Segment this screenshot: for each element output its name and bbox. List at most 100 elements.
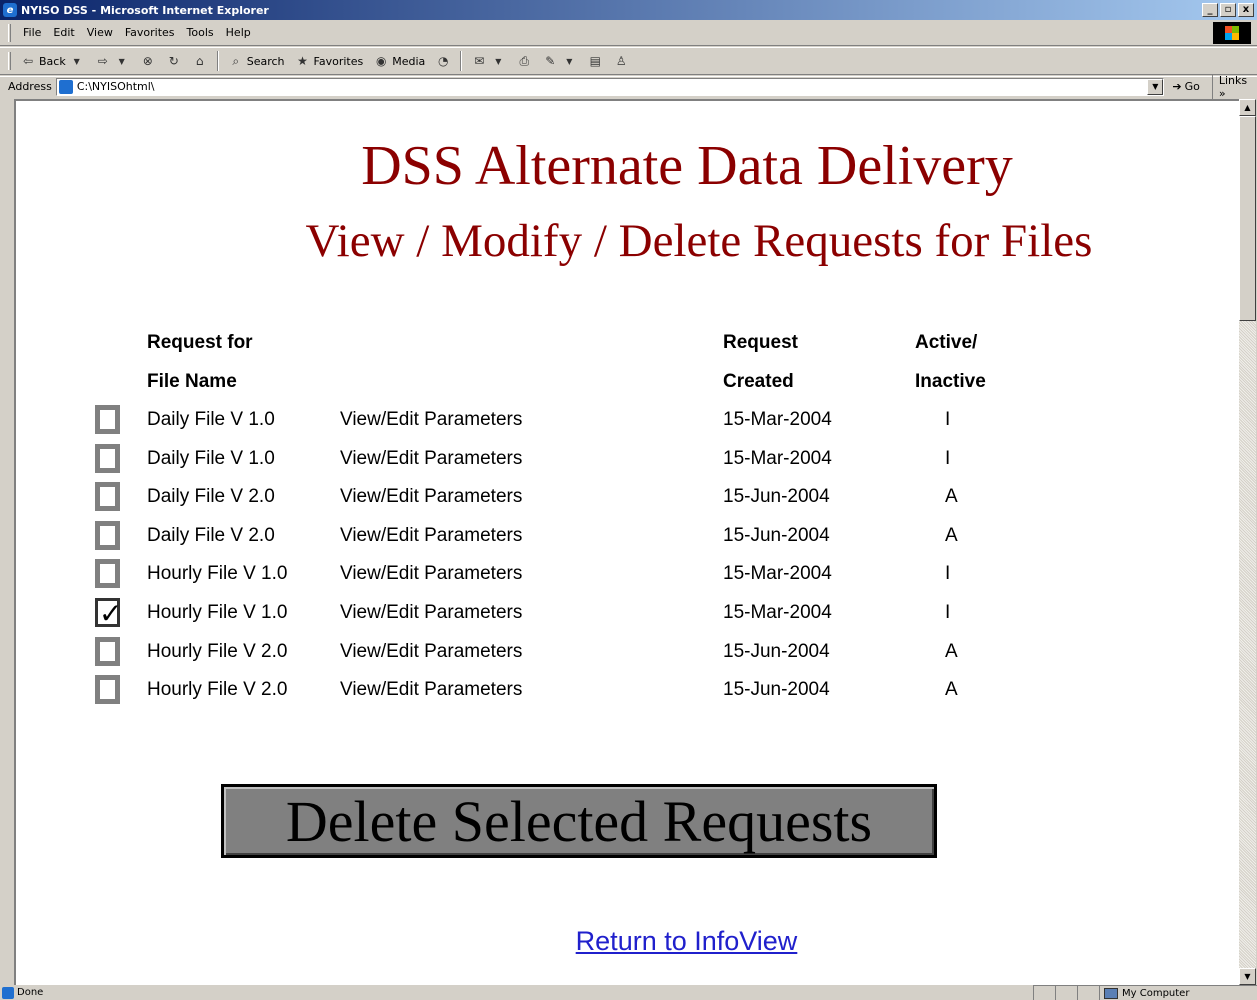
- vertical-scrollbar[interactable]: ▲ ▼: [1239, 99, 1256, 985]
- print-button[interactable]: ⎙: [511, 51, 537, 71]
- row-checkbox[interactable]: [95, 559, 120, 588]
- row-checkbox[interactable]: [95, 675, 120, 704]
- row-created-date: 15-Mar-2004: [723, 448, 832, 469]
- menu-view[interactable]: View: [81, 24, 119, 41]
- delete-selected-button[interactable]: Delete Selected Requests: [221, 784, 937, 858]
- row-view-edit-link[interactable]: View/Edit Parameters: [340, 641, 522, 663]
- row-created-date: 15-Mar-2004: [723, 602, 832, 623]
- favorites-button[interactable]: ★ Favorites: [290, 51, 369, 71]
- computer-icon: [1104, 987, 1118, 999]
- row-created-date: 15-Mar-2004: [723, 409, 832, 430]
- page-content: DSS Alternate Data Delivery View / Modif…: [14, 99, 1240, 985]
- address-label: Address: [8, 80, 52, 93]
- media-label: Media: [392, 54, 426, 68]
- messenger-icon: ♙: [615, 54, 627, 68]
- address-value: C:\NYISOhtml\: [76, 80, 155, 93]
- menu-grip: [8, 23, 11, 42]
- forward-button[interactable]: ⇨ ▼: [90, 51, 135, 71]
- header-active: Active/: [915, 332, 978, 353]
- scroll-thumb[interactable]: [1239, 116, 1256, 321]
- header-request-for: Request for: [147, 332, 253, 353]
- row-view-edit-link[interactable]: View/Edit Parameters: [340, 409, 522, 431]
- refresh-icon: ↻: [168, 54, 179, 68]
- row-checkbox[interactable]: [95, 521, 120, 550]
- header-inactive: Inactive: [915, 371, 986, 392]
- history-button[interactable]: ◔: [430, 51, 456, 71]
- menu-favorites[interactable]: Favorites: [119, 24, 181, 41]
- status-panes: My Computer: [1033, 985, 1257, 1000]
- menu-file[interactable]: File: [17, 24, 47, 41]
- row-file-name: Daily File V 1.0: [147, 409, 275, 430]
- messenger-button[interactable]: ♙: [608, 51, 634, 71]
- back-button[interactable]: ⇦ Back ▼: [15, 51, 90, 71]
- status-bar: Done My Computer: [0, 985, 1257, 1000]
- menu-tools[interactable]: Tools: [181, 24, 220, 41]
- row-view-edit-link[interactable]: View/Edit Parameters: [340, 602, 522, 624]
- refresh-button[interactable]: ↻: [161, 51, 187, 71]
- page-done-icon: [2, 986, 14, 999]
- row-file-name: Hourly File V 2.0: [147, 641, 288, 662]
- address-dropdown-icon[interactable]: ▼: [1147, 78, 1164, 95]
- status-done-label: Done: [17, 987, 44, 998]
- row-checkbox[interactable]: [95, 482, 120, 511]
- address-input[interactable]: C:\NYISOhtml\ ▼: [55, 77, 1165, 96]
- row-file-name: Daily File V 1.0: [147, 448, 275, 469]
- menu-edit[interactable]: Edit: [47, 24, 80, 41]
- window-title-bar: e NYISO DSS - Microsoft Internet Explore…: [0, 0, 1257, 20]
- row-view-edit-link[interactable]: View/Edit Parameters: [340, 525, 522, 547]
- row-view-edit-link[interactable]: View/Edit Parameters: [340, 563, 522, 585]
- row-file-name: Daily File V 2.0: [147, 486, 275, 507]
- media-icon: ◉: [375, 54, 387, 68]
- row-view-edit-link[interactable]: View/Edit Parameters: [340, 486, 522, 508]
- toolbar-separator: [460, 51, 463, 71]
- discuss-button[interactable]: ▤: [582, 51, 608, 71]
- close-button[interactable]: x: [1238, 3, 1254, 17]
- header-request: Request: [723, 332, 798, 353]
- header-created: Created: [723, 371, 794, 392]
- standard-toolbar: ⇦ Back ▼ ⇨ ▼ ⊗ ↻ ⌂ ⌕ Search ★ Favorites …: [0, 47, 1257, 75]
- row-checkbox[interactable]: [95, 444, 120, 473]
- edit-icon: ✎: [545, 54, 556, 68]
- zone-label: My Computer: [1122, 987, 1190, 999]
- back-label: Back: [39, 54, 66, 68]
- links-button[interactable]: Links »: [1211, 73, 1257, 100]
- row-view-edit-link[interactable]: View/Edit Parameters: [340, 448, 522, 470]
- status-text: Done: [2, 986, 44, 999]
- media-button[interactable]: ◉ Media: [368, 51, 430, 71]
- home-button[interactable]: ⌂: [187, 51, 213, 71]
- scroll-down-icon[interactable]: ▼: [1239, 968, 1256, 985]
- go-label: Go: [1184, 80, 1200, 93]
- mail-button[interactable]: ✉ ▼: [466, 51, 511, 71]
- history-icon: ◔: [438, 54, 449, 68]
- stop-button[interactable]: ⊗: [135, 51, 161, 71]
- search-button[interactable]: ⌕ Search: [223, 51, 290, 71]
- row-created-date: 15-Jun-2004: [723, 486, 830, 507]
- scroll-up-icon[interactable]: ▲: [1239, 99, 1256, 116]
- edit-button[interactable]: ✎ ▼: [537, 51, 582, 71]
- favorites-icon: ★: [297, 54, 308, 68]
- print-icon: ⎙: [519, 53, 530, 68]
- row-checkbox[interactable]: [95, 637, 120, 666]
- minimize-button[interactable]: _: [1202, 3, 1218, 17]
- row-created-date: 15-Jun-2004: [723, 641, 830, 662]
- row-status: I: [945, 448, 951, 469]
- row-checkbox[interactable]: [95, 405, 120, 434]
- toolbar-separator: [216, 51, 219, 71]
- row-file-name: Hourly File V 1.0: [147, 563, 288, 584]
- go-button[interactable]: ➔ Go: [1172, 80, 1199, 93]
- back-dropdown-icon: ▼: [73, 56, 80, 66]
- row-view-edit-link[interactable]: View/Edit Parameters: [340, 679, 522, 701]
- row-status: A: [945, 525, 958, 546]
- return-to-infoview-link[interactable]: Return to InfoView: [16, 926, 1240, 957]
- back-arrow-icon: ⇦: [22, 54, 34, 68]
- forward-dropdown-icon: ▼: [118, 56, 125, 66]
- page-subtitle: View / Modify / Delete Requests for File…: [305, 215, 1093, 267]
- window-controls: _ ▫ x: [1202, 3, 1254, 17]
- stop-icon: ⊗: [142, 54, 153, 68]
- row-created-date: 15-Jun-2004: [723, 679, 830, 700]
- ie-icon: e: [3, 3, 17, 17]
- row-checkbox[interactable]: ✓: [95, 597, 122, 630]
- search-icon: ⌕: [232, 53, 240, 68]
- maximize-button[interactable]: ▫: [1220, 3, 1236, 17]
- menu-help[interactable]: Help: [220, 24, 257, 41]
